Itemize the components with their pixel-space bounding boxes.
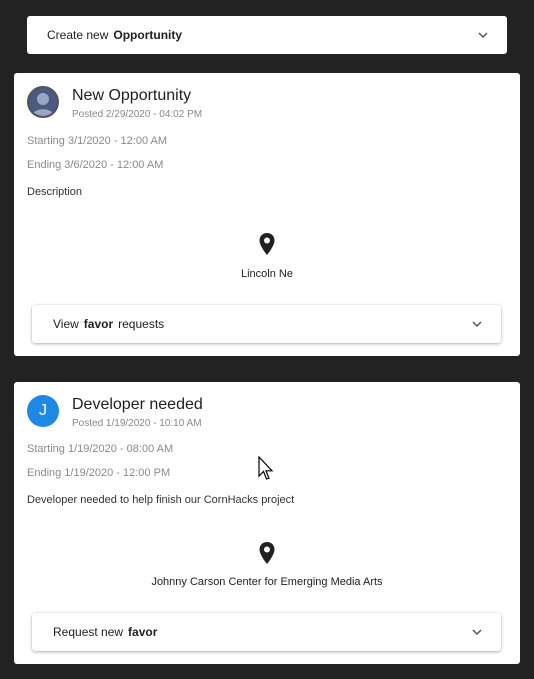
end-date: Ending 1/19/2020 - 12:00 PM <box>27 467 171 479</box>
mouse-cursor-icon <box>258 456 274 480</box>
location-pin-icon <box>259 233 275 255</box>
location-label: Johnny Carson Center for Emerging Media … <box>151 576 383 588</box>
description: Developer needed to help finish our Corn… <box>27 494 295 506</box>
action-bold: favor <box>83 317 114 331</box>
create-opportunity-bar[interactable]: Create new Opportunity <box>27 16 507 54</box>
posted-date: Posted 1/19/2020 - 10:10 AM <box>72 418 202 429</box>
avatar <box>27 86 59 118</box>
opportunity-card: J Developer needed Posted 1/19/2020 - 10… <box>14 382 520 664</box>
location-pin-icon <box>259 542 275 564</box>
description: Description <box>27 186 83 198</box>
chevron-down-icon <box>472 321 482 328</box>
create-bold: Opportunity <box>113 28 183 42</box>
opportunity-card: New Opportunity Posted 2/29/2020 - 04:02… <box>14 73 520 356</box>
location-label: Lincoln Ne <box>241 268 293 280</box>
action-prefix: Request new <box>53 625 124 639</box>
action-suffix: requests <box>118 317 165 331</box>
avatar: J <box>27 395 59 427</box>
start-date: Starting 1/19/2020 - 08:00 AM <box>27 443 174 455</box>
opportunity-title: Developer needed <box>72 396 203 413</box>
chevron-down-icon <box>472 629 482 636</box>
end-date: Ending 3/6/2020 - 12:00 AM <box>27 159 164 171</box>
action-bold: favor <box>128 625 158 639</box>
request-new-favor-button[interactable]: Request new favor <box>32 613 501 651</box>
start-date: Starting 3/1/2020 - 12:00 AM <box>27 135 168 147</box>
view-favor-requests-button[interactable]: View favor requests <box>32 305 501 343</box>
posted-date: Posted 2/29/2020 - 04:02 PM <box>72 109 203 120</box>
opportunity-title: New Opportunity <box>72 87 192 104</box>
chevron-down-icon <box>478 32 488 39</box>
create-prefix: Create new <box>47 28 109 42</box>
action-prefix: View <box>53 317 79 331</box>
user-avatar-icon <box>29 88 57 116</box>
